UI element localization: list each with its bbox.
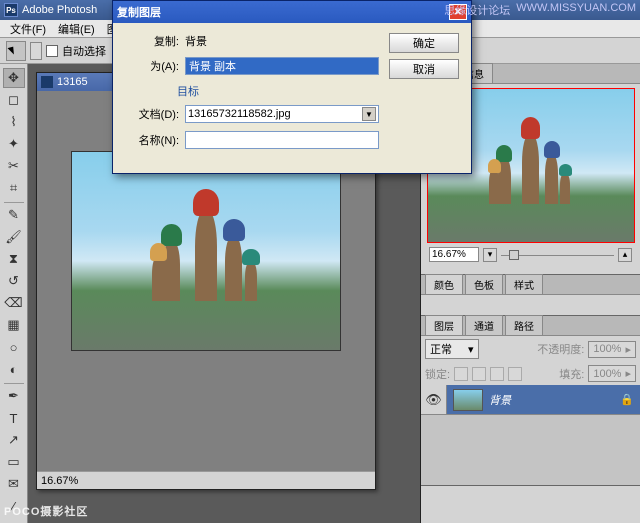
crop-tool[interactable]: ✂ — [3, 156, 25, 176]
layer-name[interactable]: 背景 — [489, 392, 511, 408]
toolbox: ✥ ◻ ⌇ ✦ ✂ ⌗ ✎ 🖌 ⧗ ↺ ⌫ ▦ ○ ◐ ✒ T ↗ ▭ ✉ ⁄ — [0, 64, 28, 523]
doc-icon — [41, 76, 53, 88]
app-icon: Ps — [4, 3, 18, 17]
history-brush-tool[interactable]: ↺ — [3, 271, 25, 291]
tab-layers[interactable]: 图层 — [425, 315, 463, 335]
eraser-tool[interactable]: ⌫ — [3, 293, 25, 313]
separator — [4, 383, 24, 384]
as-label: 为(A): — [125, 58, 179, 74]
tab-channels[interactable]: 通道 — [465, 315, 503, 335]
dialog-title-text: 复制图层 — [117, 4, 161, 20]
document-statusbar: 16.67% — [37, 471, 375, 489]
move-tool-icon[interactable] — [6, 41, 26, 61]
target-group: 目标 文档(D): 13165732118582.jpg ▼ 名称(N): — [125, 83, 379, 149]
color-body — [421, 295, 640, 315]
path-tool[interactable]: ↗ — [3, 430, 25, 450]
color-panel: 颜色 色板 样式 — [421, 275, 640, 316]
wand-tool[interactable]: ✦ — [3, 134, 25, 154]
lock-position-icon[interactable] — [490, 367, 504, 381]
name-input[interactable] — [185, 131, 379, 149]
dodge-tool[interactable]: ◐ — [3, 359, 25, 379]
zoom-out-button[interactable]: ▾ — [483, 248, 497, 262]
tab-styles[interactable]: 样式 — [505, 274, 543, 294]
slice-tool[interactable]: ⌗ — [3, 178, 25, 198]
auto-select-checkbox[interactable] — [46, 45, 58, 57]
document-select[interactable]: 13165732118582.jpg ▼ — [185, 105, 379, 123]
duplicate-layer-dialog: 复制图层 ✕ 复制: 背景 为(A): 目标 文档(D): 1316573211… — [112, 0, 472, 174]
layer-options-row: 正常▾ 不透明度: 100%▸ — [421, 336, 640, 362]
as-input[interactable] — [185, 57, 379, 75]
dialog-body: 复制: 背景 为(A): 目标 文档(D): 13165732118582.jp… — [113, 23, 471, 173]
dialog-buttons: 确定 取消 — [389, 33, 459, 157]
menu-file[interactable]: 文件(F) — [4, 21, 52, 37]
layers-panel: 图层 通道 路径 正常▾ 不透明度: 100%▸ 锁定: 填充: 100%▸ — [421, 316, 640, 486]
dialog-fields: 复制: 背景 为(A): 目标 文档(D): 13165732118582.jp… — [125, 33, 379, 157]
tool-preset-dropdown[interactable] — [30, 42, 42, 60]
pen-tool[interactable]: ✒ — [3, 386, 25, 406]
nav-illustration — [489, 127, 571, 204]
lock-all-icon[interactable] — [508, 367, 522, 381]
dialog-titlebar[interactable]: 复制图层 ✕ — [113, 1, 471, 23]
layer-row-background[interactable]: 👁 背景 🔒 — [421, 385, 640, 415]
shape-tool[interactable]: ▭ — [3, 452, 25, 472]
layer-thumbnail[interactable] — [453, 389, 483, 411]
blur-tool[interactable]: ○ — [3, 337, 25, 357]
cancel-button[interactable]: 取消 — [389, 59, 459, 79]
ok-button[interactable]: 确定 — [389, 33, 459, 53]
menu-edit[interactable]: 编辑(E) — [52, 21, 101, 37]
tab-color[interactable]: 颜色 — [425, 274, 463, 294]
zoom-level[interactable]: 16.67% — [41, 475, 78, 487]
lock-label: 锁定: — [425, 366, 450, 382]
lock-row: 锁定: 填充: 100%▸ — [421, 362, 640, 385]
target-group-label: 目标 — [125, 83, 379, 99]
auto-select-label: 自动选择 — [62, 43, 106, 59]
navigator-zoom-controls: 16.67% ▾ ▴ — [425, 247, 636, 262]
layers-list: 👁 背景 🔒 — [421, 385, 640, 485]
lock-transparent-icon[interactable] — [454, 367, 468, 381]
fill-label: 填充: — [559, 366, 584, 382]
separator — [4, 202, 24, 203]
tab-swatches[interactable]: 色板 — [465, 274, 503, 294]
type-tool[interactable]: T — [3, 408, 25, 428]
app-title: Adobe Photosh — [22, 4, 97, 16]
color-tabs: 颜色 色板 样式 — [421, 275, 640, 295]
opacity-input[interactable]: 100%▸ — [588, 341, 636, 358]
blend-mode-select[interactable]: 正常▾ — [425, 339, 479, 359]
building-illustration — [152, 202, 259, 301]
fill-input[interactable]: 100%▸ — [588, 365, 636, 382]
tab-paths[interactable]: 路径 — [505, 315, 543, 335]
zoom-slider-thumb[interactable] — [509, 250, 519, 260]
chevron-down-icon: ▼ — [362, 107, 376, 121]
notes-tool[interactable]: ✉ — [3, 474, 25, 494]
lock-icon: 🔒 — [620, 393, 634, 406]
opacity-label: 不透明度: — [537, 341, 584, 357]
lasso-tool[interactable]: ⌇ — [3, 112, 25, 132]
document-label: 文档(D): — [125, 106, 179, 122]
heal-tool[interactable]: ✎ — [3, 205, 25, 225]
copy-label: 复制: — [125, 33, 179, 49]
move-tool[interactable]: ✥ — [3, 68, 25, 88]
layers-tabs: 图层 通道 路径 — [421, 316, 640, 336]
zoom-input[interactable]: 16.67% — [429, 247, 479, 262]
name-label: 名称(N): — [125, 132, 179, 148]
stamp-tool[interactable]: ⧗ — [3, 249, 25, 269]
visibility-toggle[interactable]: 👁 — [421, 385, 447, 414]
zoom-in-button[interactable]: ▴ — [618, 248, 632, 262]
doc-title-text: 13165 — [57, 76, 88, 88]
watermark-top: 思缘设计论坛WWW.MISSYUAN.COM — [444, 2, 636, 18]
copy-value: 背景 — [185, 33, 207, 49]
document-select-value: 13165732118582.jpg — [188, 108, 291, 120]
marquee-tool[interactable]: ◻ — [3, 90, 25, 110]
watermark-bottom: POCO摄影社区 — [4, 502, 88, 519]
brush-tool[interactable]: 🖌 — [3, 227, 25, 247]
lock-pixels-icon[interactable] — [472, 367, 486, 381]
zoom-slider[interactable] — [501, 250, 614, 260]
gradient-tool[interactable]: ▦ — [3, 315, 25, 335]
image-content — [71, 151, 341, 351]
